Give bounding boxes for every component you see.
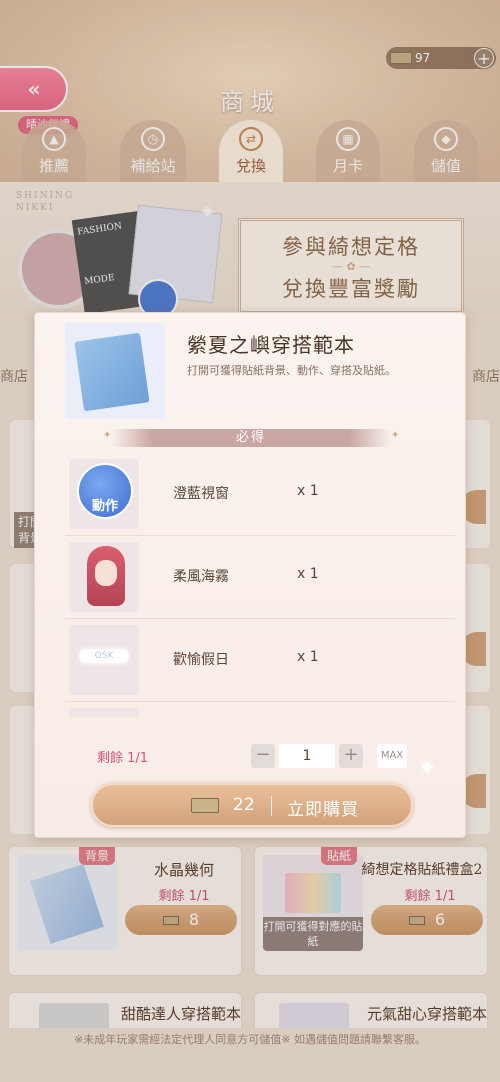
max-quantity-button[interactable]: MAX — [377, 744, 407, 768]
item-quantity: x 1 — [297, 649, 319, 665]
price-value: 22 — [233, 795, 255, 815]
dialog-title: 縈夏之嶼穿搭範本 — [187, 333, 355, 357]
banknote-icon — [191, 798, 219, 813]
list-item[interactable] — [65, 702, 455, 717]
increase-quantity-button[interactable]: + — [339, 744, 363, 768]
divider — [271, 796, 272, 816]
quantity-input[interactable]: 1 — [279, 744, 335, 768]
item-thumbnail — [69, 708, 139, 717]
item-thumbnail: OSK — [69, 625, 139, 695]
section-header: 必得 — [111, 429, 391, 447]
product-thumbnail — [65, 323, 165, 419]
list-item[interactable]: 動作 澄藍視窗 x 1 — [65, 453, 455, 536]
remaining-count: 剩餘 1/1 — [97, 751, 149, 766]
face-shape — [95, 560, 117, 586]
item-name: 澄藍視窗 — [173, 486, 229, 502]
item-thumbnail — [69, 542, 139, 612]
item-quantity: x 1 — [297, 483, 319, 499]
sticker-icon: OSK — [79, 649, 129, 663]
diamond-ornament-icon: ✦ — [391, 430, 400, 441]
list-item[interactable]: OSK 歡愉假日 x 1 — [65, 619, 455, 702]
action-icon: 動作 — [77, 463, 133, 519]
item-quantity: x 1 — [297, 566, 319, 582]
item-thumbnail: 動作 — [69, 459, 139, 529]
sparkle-icon: ✦ — [418, 756, 437, 781]
buy-label: 立即購買 — [287, 800, 359, 820]
item-name: 柔風海霧 — [173, 569, 229, 585]
buy-now-button[interactable]: 22 立即購買 — [91, 783, 413, 827]
item-name: 歡愉假日 — [173, 652, 229, 668]
list-item[interactable]: 柔風海霧 x 1 — [65, 536, 455, 619]
dialog-description: 打開可獲得貼紙背景、動作、穿搭及貼紙。 — [187, 364, 396, 377]
purchase-dialog: 縈夏之嶼穿搭範本 打開可獲得貼紙背景、動作、穿搭及貼紙。 ✦ 必得 ✦ 動作 澄… — [34, 312, 466, 838]
reward-list[interactable]: 動作 澄藍視窗 x 1 柔風海霧 x 1 OSK 歡愉假日 x 1 — [65, 453, 455, 717]
decrease-quantity-button[interactable]: − — [251, 744, 275, 768]
